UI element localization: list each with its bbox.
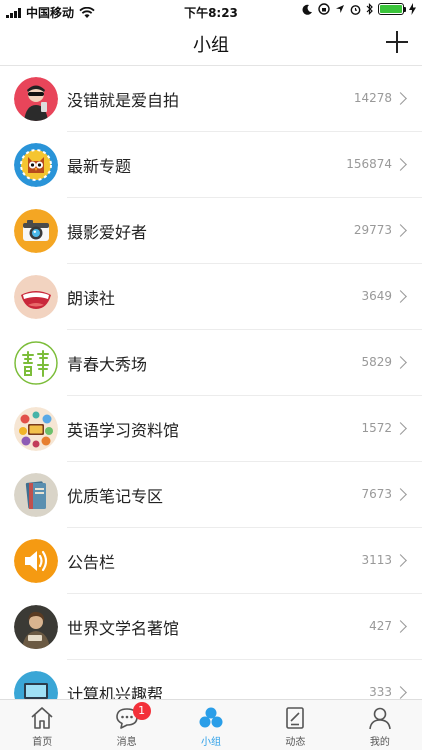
group-icon — [199, 707, 223, 728]
group-name: 世界文学名著馆 — [67, 619, 180, 638]
chevron-right-icon — [394, 92, 407, 105]
group-member-count: 5829 — [361, 355, 392, 369]
tab-label: 首页 — [32, 737, 53, 748]
tab-label: 小组 — [201, 737, 222, 748]
page-title: 小组 — [193, 35, 229, 56]
group-member-count: 333 — [369, 685, 392, 699]
group-name: 公告栏 — [67, 553, 116, 572]
group-member-count: 7673 — [361, 487, 392, 501]
chevron-right-icon — [394, 290, 407, 303]
group-member-count: 1572 — [361, 421, 392, 435]
group-name: 计算机兴趣帮 — [67, 685, 164, 699]
group-member-count: 156874 — [346, 157, 392, 171]
tab-home[interactable]: 首页 — [0, 700, 84, 750]
group-member-count: 29773 — [353, 223, 392, 237]
feed-icon — [286, 707, 305, 729]
status-right — [302, 3, 416, 15]
group-row[interactable]: 没错就是爱自拍 14278 — [0, 66, 422, 132]
camera-icon — [14, 209, 58, 253]
group-name: 最新专题 — [67, 157, 132, 176]
home-icon — [31, 707, 53, 729]
group-member-count: 3649 — [361, 289, 392, 303]
chevron-right-icon — [394, 620, 407, 633]
tab-label: 消息 — [116, 737, 137, 748]
battery-icon — [378, 3, 406, 15]
unread-badge: 1 — [132, 702, 151, 720]
selfie-avatar-icon — [14, 77, 58, 121]
chevron-right-icon — [394, 554, 407, 567]
add-group-button[interactable] — [386, 31, 408, 53]
alarm-icon — [350, 4, 361, 15]
owl-topic-icon — [14, 143, 58, 187]
nav-bar: 小组 — [0, 22, 422, 66]
chevron-right-icon — [394, 224, 407, 237]
group-row[interactable]: 最新专题 156874 — [0, 132, 422, 198]
tab-messages[interactable]: 1 消息 — [84, 700, 168, 750]
notebook-icon — [14, 473, 58, 517]
tab-profile[interactable]: 我的 — [338, 700, 422, 750]
profile-icon — [369, 707, 391, 730]
chevron-right-icon — [394, 686, 407, 699]
group-list[interactable]: 没错就是爱自拍 14278 最新专题 156874 摄影爱好者 29773 朗读… — [0, 66, 422, 699]
group-name: 摄影爱好者 — [67, 223, 148, 242]
tab-groups[interactable]: 小组 — [169, 700, 253, 750]
lock-rotation-icon — [318, 3, 330, 15]
tab-feed[interactable]: 动态 — [253, 700, 337, 750]
computer-icon — [14, 671, 58, 699]
chevron-right-icon — [394, 356, 407, 369]
tab-label: 动态 — [285, 737, 306, 748]
location-icon — [336, 5, 344, 13]
book-collage-icon — [14, 407, 58, 451]
tab-label: 我的 — [369, 737, 390, 748]
charging-icon — [409, 3, 416, 15]
group-name: 朗读社 — [67, 289, 116, 308]
chevron-right-icon — [394, 158, 407, 171]
group-row[interactable]: 青春大秀场 5829 — [0, 330, 422, 396]
group-row[interactable]: 计算机兴趣帮 333 — [0, 660, 422, 699]
speaker-icon — [14, 539, 58, 583]
group-member-count: 3113 — [361, 553, 392, 567]
group-name: 青春大秀场 — [67, 355, 148, 374]
group-row[interactable]: 英语学习资料馆 1572 — [0, 396, 422, 462]
group-member-count: 14278 — [353, 91, 392, 105]
group-row[interactable]: 公告栏 3113 — [0, 528, 422, 594]
moon-icon — [302, 4, 312, 15]
chevron-right-icon — [394, 422, 407, 435]
mouth-icon — [14, 275, 58, 319]
group-name: 英语学习资料馆 — [67, 421, 180, 440]
group-row[interactable]: 朗读社 3649 — [0, 264, 422, 330]
chevron-right-icon — [394, 488, 407, 501]
group-name: 没错就是爱自拍 — [67, 91, 180, 110]
bluetooth-icon — [366, 3, 373, 15]
tab-bar: 首页 1 消息 小组 动态 我的 — [0, 699, 422, 750]
youth-logo-icon — [14, 341, 58, 385]
group-row[interactable]: 摄影爱好者 29773 — [0, 198, 422, 264]
status-bar: 中国移动 下午8:23 — [0, 0, 422, 22]
portrait-painting-icon — [14, 605, 58, 649]
group-member-count: 427 — [369, 619, 392, 633]
group-name: 优质笔记专区 — [67, 487, 164, 506]
group-row[interactable]: 优质笔记专区 7673 — [0, 462, 422, 528]
group-row[interactable]: 世界文学名著馆 427 — [0, 594, 422, 660]
